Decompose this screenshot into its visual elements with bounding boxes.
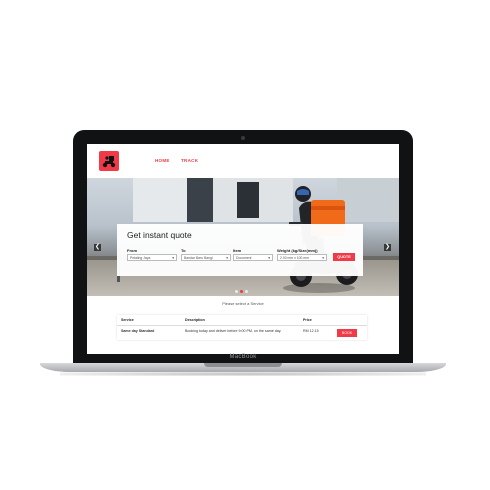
laptop-notch (204, 363, 282, 367)
service-description: Booking today and deliver before 9:00 PM… (185, 329, 282, 333)
column-header (333, 315, 367, 326)
chevron-down-icon: ▾ (172, 256, 174, 260)
hero-carousel: ❮ ❯ Get instant quote From Petaling Jaya… (87, 178, 399, 296)
device-brand-label: MacBook (229, 354, 257, 360)
item-value: Document (236, 256, 252, 260)
chevron-down-icon: ▾ (322, 256, 324, 260)
camera-icon (241, 136, 245, 140)
table-header-row: Service Description Price (117, 315, 367, 326)
item-label: Item (233, 248, 242, 253)
carousel-dot[interactable] (235, 290, 238, 293)
to-label: To (181, 248, 186, 253)
carousel-dot[interactable] (240, 290, 243, 293)
from-select[interactable]: Petaling Jaya ▾ (127, 254, 177, 261)
from-value: Petaling Jaya (130, 256, 151, 260)
carousel-next-button[interactable]: ❯ (384, 244, 391, 251)
weight-select[interactable]: 2.00 mm x 100 mm ▾ (277, 254, 327, 261)
nav-track-link[interactable]: TRACK (181, 158, 198, 163)
carousel-dot[interactable] (245, 290, 248, 293)
delivery-logo-icon[interactable] (99, 151, 119, 171)
item-select[interactable]: Document ▾ (233, 254, 273, 261)
carousel-indicators (235, 290, 248, 293)
laptop-lid: HOME TRACK ❮ ❯ Get instant quote From Pe… (73, 130, 413, 364)
stage: HOME TRACK ❮ ❯ Get instant quote From Pe… (0, 0, 490, 490)
carousel-prev-button[interactable]: ❮ (94, 244, 101, 251)
nav-home-link[interactable]: HOME (155, 158, 170, 163)
chevron-down-icon: ▾ (226, 256, 228, 260)
chevron-down-icon: ▾ (268, 256, 270, 260)
column-header: Service (117, 315, 181, 326)
from-label: From (127, 248, 137, 253)
weight-label: Weight (kg/Size(mm)) (277, 248, 318, 253)
table-row: Same day Standard Booking today and deli… (117, 326, 367, 341)
background-window (237, 182, 259, 218)
book-button[interactable]: BOOK (337, 329, 357, 337)
background-building (187, 178, 213, 222)
quote-title: Get instant quote (127, 230, 192, 240)
service-notice: Please select a Service (222, 301, 264, 306)
column-header: Description (181, 315, 299, 326)
to-select[interactable]: Bandar Baru Bangi ▾ (181, 254, 231, 261)
site-header: HOME TRACK (87, 144, 399, 178)
quote-button[interactable]: QUOTE (333, 253, 355, 261)
laptop-screen: HOME TRACK ❮ ❯ Get instant quote From Pe… (87, 144, 399, 354)
service-price: RM 12.15 (303, 329, 319, 333)
laptop-shadow (60, 372, 426, 376)
to-value: Bandar Baru Bangi (184, 256, 213, 260)
quote-form: Get instant quote From Petaling Jaya ▾ T… (117, 224, 363, 276)
column-header: Price (299, 315, 333, 326)
background-building (133, 178, 193, 222)
services-table: Service Description Price Same day Stand… (117, 315, 367, 340)
weight-value: 2.00 mm x 100 mm (280, 256, 310, 260)
service-name: Same day Standard (121, 329, 155, 333)
